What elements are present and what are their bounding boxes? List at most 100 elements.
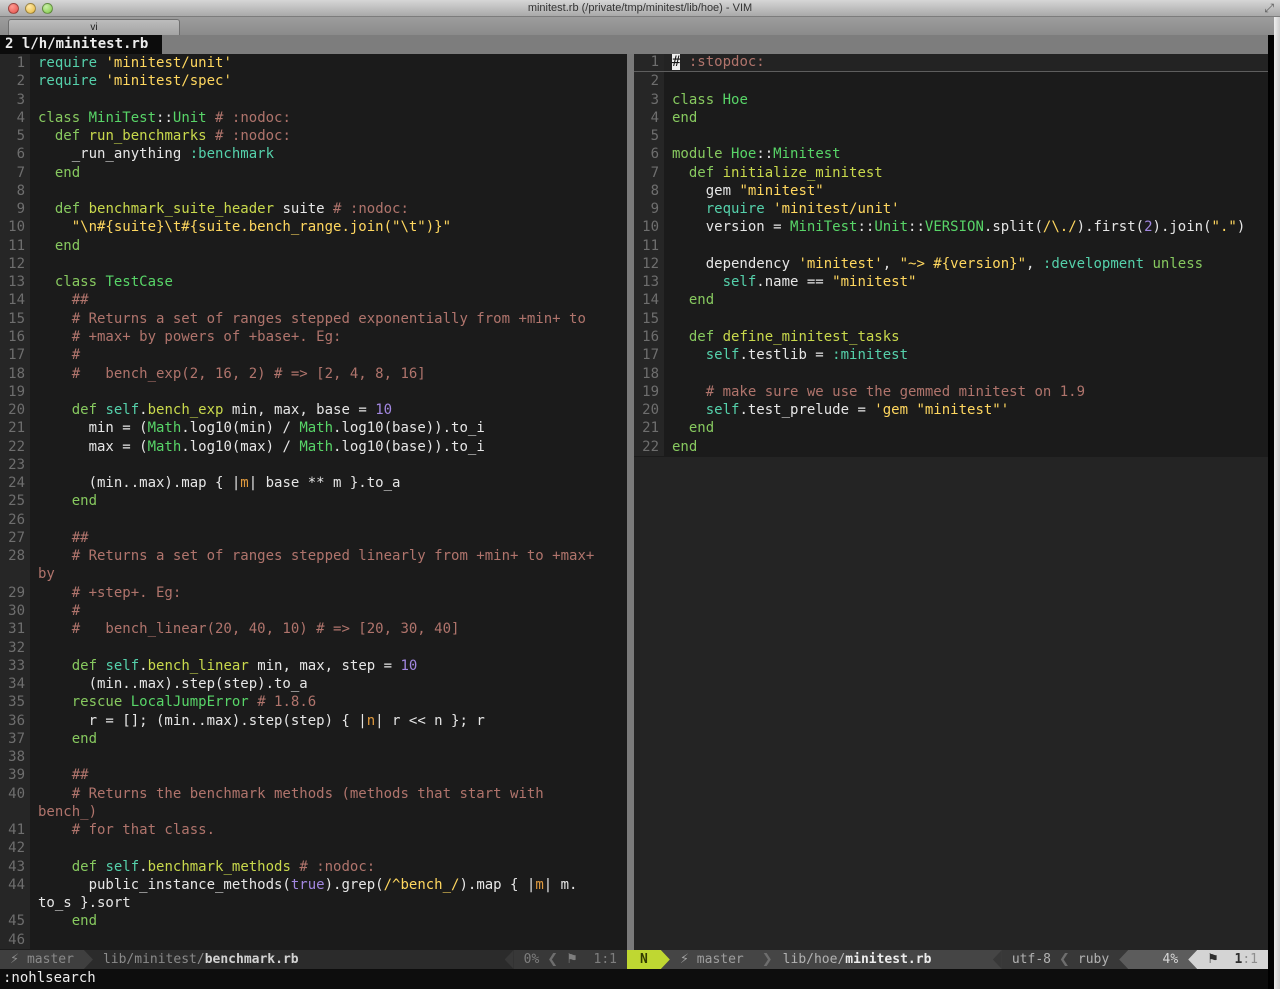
code-line[interactable]: 17 # [0, 346, 627, 364]
code-line[interactable]: 33 def self.bench_linear min, max, step … [0, 657, 627, 675]
code-line[interactable]: 19 # make sure we use the gemmed minites… [634, 383, 1268, 401]
code-line[interactable]: 11 [634, 237, 1268, 255]
code-line[interactable]: 17 self.testlib = :minitest [634, 346, 1268, 364]
code-line[interactable]: 44 public_instance_methods(true).grep(/^… [0, 876, 627, 894]
code-line[interactable]: 12 [0, 255, 627, 273]
line-number: 31 [0, 620, 30, 638]
line-number: 45 [0, 912, 30, 930]
code-line[interactable]: 21 end [634, 419, 1268, 437]
code-line[interactable]: 21 min = (Math.log10(min) / Math.log10(b… [0, 419, 627, 437]
code-line[interactable]: 10 "\n#{suite}\t#{suite.bench_range.join… [0, 218, 627, 236]
code-line[interactable]: 30 # [0, 602, 627, 620]
terminal-tab[interactable]: vi [8, 19, 180, 36]
code-line[interactable]: 9 require 'minitest/unit' [634, 200, 1268, 218]
code-line[interactable]: bench_) [0, 803, 627, 821]
code-line[interactable]: 1# :stopdoc: [634, 54, 1268, 72]
code-line[interactable]: 39 ## [0, 766, 627, 784]
line-number: 39 [0, 766, 30, 784]
line-number [0, 565, 30, 583]
code-line[interactable]: 8 gem "minitest" [634, 182, 1268, 200]
code-line[interactable]: 14 end [634, 291, 1268, 309]
code-line[interactable]: 35 rescue LocalJumpError # 1.8.6 [0, 693, 627, 711]
code-line[interactable]: 37 end [0, 730, 627, 748]
code-line[interactable]: 28 # Returns a set of ranges stepped lin… [0, 547, 627, 565]
code-line[interactable]: 7 end [0, 164, 627, 182]
code-line[interactable]: 15 # Returns a set of ranges stepped exp… [0, 310, 627, 328]
code-line[interactable]: 1require 'minitest/unit' [0, 54, 627, 72]
code-line[interactable]: 7 def initialize_minitest [634, 164, 1268, 182]
code-line[interactable]: 2require 'minitest/spec' [0, 72, 627, 90]
file-encoding: utf-8 [1012, 952, 1051, 967]
code-line[interactable]: 40 # Returns the benchmark methods (meth… [0, 785, 627, 803]
line-number: 34 [0, 675, 30, 693]
code-line[interactable]: 38 [0, 748, 627, 766]
code-line[interactable]: 41 # for that class. [0, 821, 627, 839]
code-line[interactable]: 46 [0, 931, 627, 949]
code-line[interactable]: 29 # +step+. Eg: [0, 584, 627, 602]
code-line[interactable]: 13 class TestCase [0, 273, 627, 291]
code-line[interactable]: 13 self.name == "minitest" [634, 273, 1268, 291]
code-line[interactable]: 16 def define_minitest_tasks [634, 328, 1268, 346]
code-line[interactable]: 15 [634, 310, 1268, 328]
scroll-percent-segment: 4% [1128, 950, 1188, 969]
code-line[interactable]: 36 r = []; (min..max).step(step) { |n| r… [0, 712, 627, 730]
tabline-buffer-label[interactable]: 2 l/h/minitest.rb [0, 35, 162, 54]
code-line[interactable]: 43 def self.benchmark_methods # :nodoc: [0, 858, 627, 876]
line-number: 38 [0, 748, 30, 766]
code-line[interactable]: 11 end [0, 237, 627, 255]
vertical-split-separator[interactable] [627, 54, 634, 950]
code-line[interactable]: 26 [0, 511, 627, 529]
code-line[interactable]: 34 (min..max).step(step).to_a [0, 675, 627, 693]
code-line[interactable]: 10 version = MiniTest::Unit::VERSION.spl… [634, 218, 1268, 236]
code-line[interactable]: 45 end [0, 912, 627, 930]
line-number: 13 [634, 273, 664, 291]
code-line[interactable]: 9 def benchmark_suite_header suite # :no… [0, 200, 627, 218]
vim-command-line[interactable]: :nohlsearch [0, 969, 1268, 989]
close-button[interactable] [8, 3, 19, 14]
code-line[interactable]: 6module Hoe::Minitest [634, 145, 1268, 163]
line-number: 5 [634, 127, 664, 145]
code-line[interactable]: 14 ## [0, 291, 627, 309]
code-line[interactable]: 32 [0, 639, 627, 657]
code-line[interactable]: 20 def self.bench_exp min, max, base = 1… [0, 401, 627, 419]
fullscreen-icon[interactable]: ⤢ [1264, 1, 1274, 16]
thin-separator-icon: ❯ [754, 952, 781, 967]
git-branch-segment: ⚡ master [0, 950, 84, 969]
line-number: 16 [634, 328, 664, 346]
code-line[interactable]: 24 (min..max).map { |m| base ** m }.to_a [0, 474, 627, 492]
line-number: 16 [0, 328, 30, 346]
code-line[interactable]: 23 [0, 456, 627, 474]
code-line[interactable]: 16 # +max+ by powers of +base+. Eg: [0, 328, 627, 346]
code-line[interactable]: 2 [634, 72, 1268, 90]
code-line[interactable]: 12 dependency 'minitest', "~> #{version}… [634, 255, 1268, 273]
pane-benchmark-rb[interactable]: 1require 'minitest/unit'2require 'minite… [0, 54, 627, 950]
code-line[interactable]: 6 _run_anything :benchmark [0, 145, 627, 163]
branch-name: master [27, 952, 74, 967]
code-line[interactable]: 27 ## [0, 529, 627, 547]
pane-minitest-rb[interactable]: 1# :stopdoc:23class Hoe4end56module Hoe:… [634, 54, 1268, 950]
code-line[interactable]: 18 [634, 365, 1268, 383]
code-line[interactable]: 25 end [0, 492, 627, 510]
code-line[interactable]: 18 # bench_exp(2, 16, 2) # => [2, 4, 8, … [0, 365, 627, 383]
code-line[interactable]: to_s }.sort [0, 894, 627, 912]
code-line[interactable]: 22 max = (Math.log10(max) / Math.log10(b… [0, 438, 627, 456]
cursor-position-segment: ⚑ 1:1 [1197, 950, 1268, 969]
code-line[interactable]: 19 [0, 383, 627, 401]
line-number: 30 [0, 602, 30, 620]
code-line[interactable]: 42 [0, 839, 627, 857]
code-line[interactable]: 5 def run_benchmarks # :nodoc: [0, 127, 627, 145]
line-number: 28 [0, 547, 30, 565]
code-line[interactable]: 3 [0, 91, 627, 109]
minimize-button[interactable] [25, 3, 36, 14]
code-line[interactable]: 3class Hoe [634, 91, 1268, 109]
code-line[interactable]: 4end [634, 109, 1268, 127]
code-line[interactable]: 20 self.test_prelude = 'gem "minitest"' [634, 401, 1268, 419]
zoom-button[interactable] [42, 3, 53, 14]
code-line[interactable]: 31 # bench_linear(20, 40, 10) # => [20, … [0, 620, 627, 638]
code-line[interactable]: 8 [0, 182, 627, 200]
code-line[interactable]: 4class MiniTest::Unit # :nodoc: [0, 109, 627, 127]
code-line[interactable]: by [0, 565, 627, 583]
line-number: 20 [634, 401, 664, 419]
code-line[interactable]: 22end [634, 438, 1268, 456]
code-line[interactable]: 5 [634, 127, 1268, 145]
